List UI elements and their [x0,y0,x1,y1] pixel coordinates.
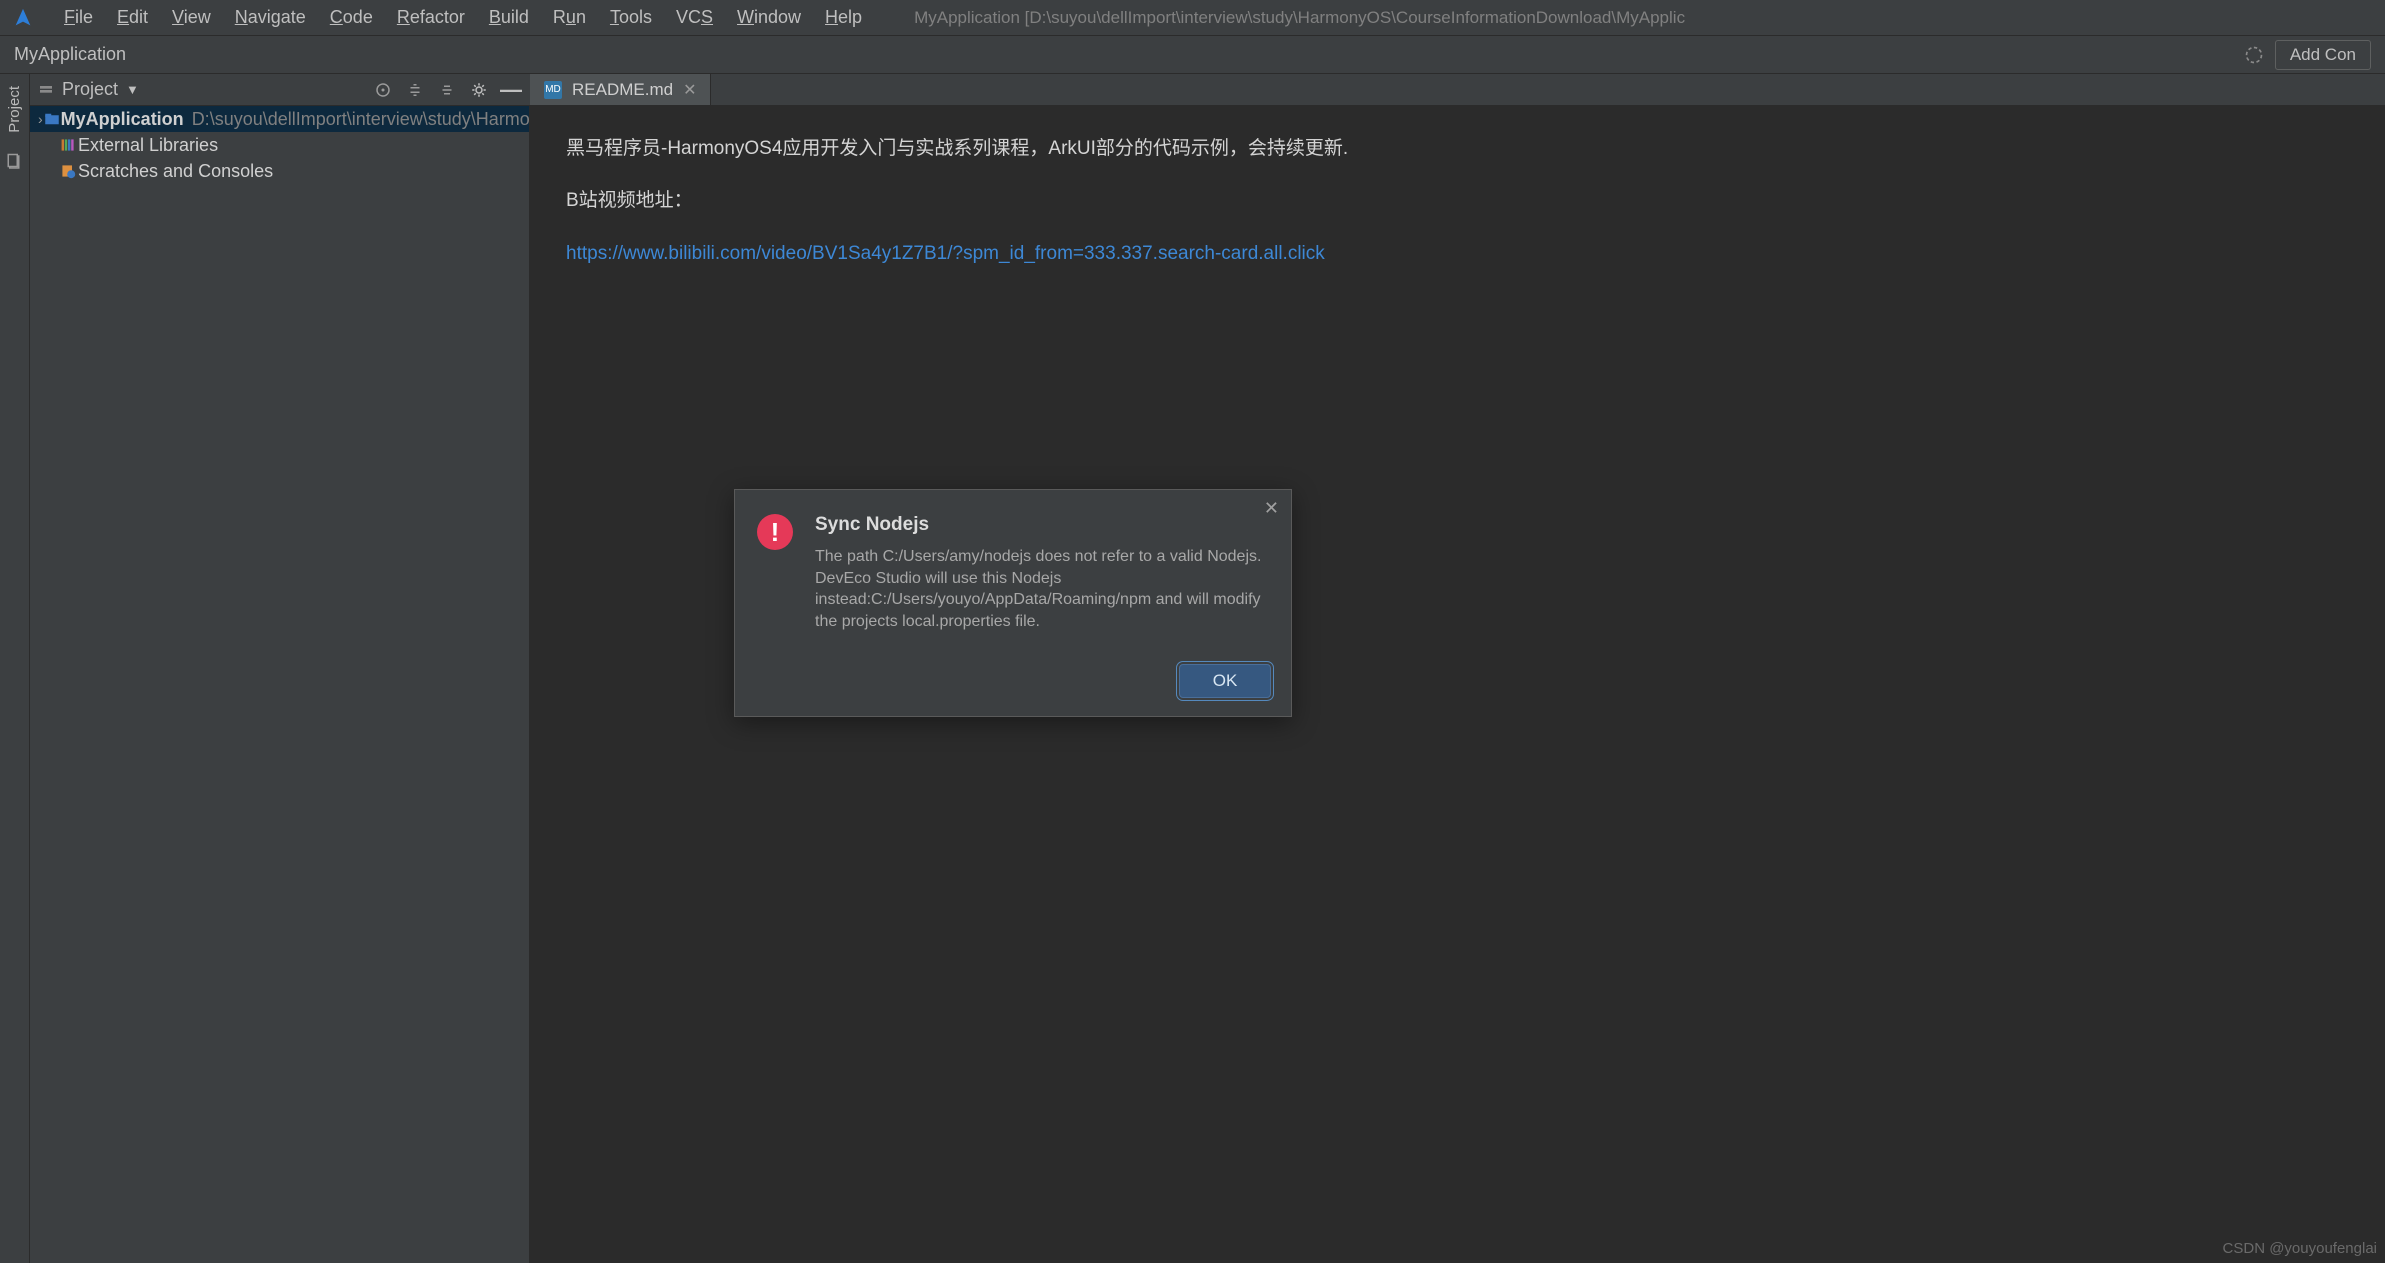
sync-nodejs-dialog: ✕ ! Sync Nodejs The path C:/Users/amy/no… [734,489,1292,717]
menu-edit[interactable]: Edit [105,3,160,32]
project-view-selector[interactable]: Project ▼ [38,79,139,100]
tab-filename: README.md [572,80,673,100]
project-icon [38,82,54,98]
menu-vcs[interactable]: VCS [664,3,725,32]
library-icon [58,137,78,153]
dialog-close-icon[interactable]: ✕ [1264,498,1279,519]
menu-file[interactable]: File [52,3,105,32]
tab-readme[interactable]: MD README.md ✕ [530,74,711,105]
menu-build[interactable]: Build [477,3,541,32]
add-configuration-button[interactable]: Add Con [2275,40,2371,70]
left-tool-strip: Project [0,74,30,1263]
menu-refactor[interactable]: Refactor [385,3,477,32]
tree-external-libraries[interactable]: External Libraries [30,132,529,158]
menu-tools[interactable]: Tools [598,3,664,32]
tree-external-label: External Libraries [78,135,218,156]
menu-bar: File Edit View Navigate Code Refactor Bu… [0,0,2385,36]
tree-scratches-label: Scratches and Consoles [78,161,273,182]
menu-navigate[interactable]: Navigate [223,3,318,32]
watermark: CSDN @youyoufenglai [2223,1240,2377,1257]
readme-line-1: 黑马程序员-HarmonyOS4应用开发入门与实战系列课程，ArkUI部分的代码… [566,134,2349,164]
settings-update-icon[interactable] [2243,44,2265,66]
project-panel-header: Project ▼ — [30,74,530,106]
editor-tabs: MD README.md ✕ [530,74,2385,106]
locate-icon[interactable] [372,79,394,101]
breadcrumb[interactable]: MyApplication [14,44,126,65]
menu-help[interactable]: Help [813,3,874,32]
markdown-file-icon: MD [544,81,562,99]
menu-view[interactable]: View [160,3,223,32]
chevron-down-icon: ▼ [126,82,139,97]
project-panel-title: Project [62,79,118,100]
hide-panel-icon[interactable]: — [500,79,522,101]
files-icon[interactable] [6,153,24,176]
project-folder-icon [43,110,61,128]
dialog-title: Sync Nodejs [815,514,1267,536]
menu-window[interactable]: Window [725,3,813,32]
readme-link[interactable]: https://www.bilibili.com/video/BV1Sa4y1Z… [566,243,1325,264]
gear-icon[interactable] [468,79,490,101]
warning-icon: ! [757,514,793,550]
tree-root-name: MyApplication [61,109,184,130]
expand-all-icon[interactable] [404,79,426,101]
readme-line-2: B站视频地址： [566,186,2349,216]
dialog-ok-button[interactable]: OK [1179,664,1271,698]
collapse-all-icon[interactable] [436,79,458,101]
dialog-message: The path C:/Users/amy/nodejs does not re… [815,546,1267,632]
tree-root-path: D:\suyou\dellImport\interview\study\Harm… [192,109,529,130]
app-logo-icon [12,7,34,29]
tree-scratches[interactable]: Scratches and Consoles [30,158,529,184]
menu-code[interactable]: Code [318,3,385,32]
scratches-icon [58,163,78,179]
nav-bar: MyApplication Add Con [0,36,2385,74]
project-tree: › MyApplication D:\suyou\dellImport\inte… [30,106,530,1263]
project-tool-button[interactable]: Project [6,80,23,139]
window-title-path: MyApplication [D:\suyou\dellImport\inter… [914,8,1685,28]
tree-root-row[interactable]: › MyApplication D:\suyou\dellImport\inte… [30,106,529,132]
close-tab-icon[interactable]: ✕ [683,80,696,100]
menu-run[interactable]: Run [541,3,598,32]
